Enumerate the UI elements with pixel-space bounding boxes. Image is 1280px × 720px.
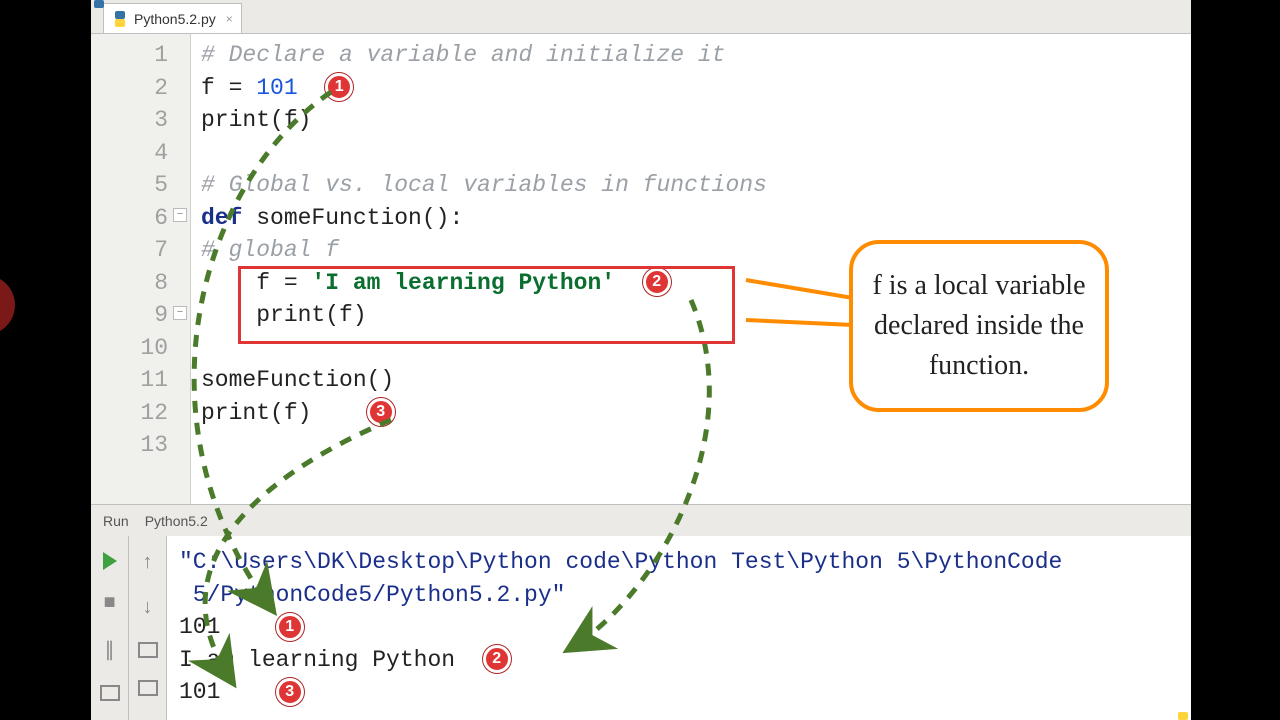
run-label: Run	[103, 513, 129, 529]
play-icon[interactable]	[103, 552, 117, 570]
fold-icon[interactable]: −	[173, 208, 187, 222]
file-tab[interactable]: Python5.2.py ×	[103, 3, 242, 33]
wrap-icon[interactable]	[138, 642, 158, 658]
console-output[interactable]: "C:\Users\DK\Desktop\Python code\Python …	[167, 536, 1191, 720]
badge-2: 2	[643, 268, 671, 296]
print-icon[interactable]	[138, 680, 158, 696]
line-gutter: 12345678910111213	[91, 34, 191, 504]
record-indicator	[0, 275, 15, 335]
run-toolbar: Run Python5.2	[91, 504, 1191, 536]
console-panel: ■ ∥ ↑ ↓ "C:\Users\DK\Desktop\Python code…	[91, 536, 1191, 720]
ide-window: Python5.2.py × 12345678910111213 − − # D…	[91, 0, 1191, 720]
code-editor[interactable]: 12345678910111213 − − # Declare a variab…	[91, 34, 1191, 504]
tab-bar: Python5.2.py ×	[91, 0, 1191, 34]
run-tool-column: ■ ∥	[91, 536, 129, 720]
badge-1: 1	[276, 613, 304, 641]
fold-icon[interactable]: −	[173, 306, 187, 320]
badge-3: 3	[367, 398, 395, 426]
badge-2: 2	[483, 645, 511, 673]
nav-tool-column: ↑ ↓	[129, 536, 167, 720]
pause-icon[interactable]: ∥	[105, 637, 115, 663]
badge-1: 1	[325, 73, 353, 101]
close-icon[interactable]: ×	[226, 12, 233, 26]
arrow-down-icon[interactable]: ↓	[141, 597, 153, 620]
stop-icon[interactable]: ■	[103, 592, 115, 615]
code-area[interactable]: − − # Declare a variable and initialize …	[191, 34, 1191, 504]
layout-icon[interactable]	[100, 685, 120, 701]
tab-filename: Python5.2.py	[134, 11, 216, 27]
arrow-up-icon[interactable]: ↑	[141, 552, 153, 575]
python-icon	[112, 11, 128, 27]
badge-3: 3	[276, 678, 304, 706]
run-config-name: Python5.2	[145, 513, 208, 529]
